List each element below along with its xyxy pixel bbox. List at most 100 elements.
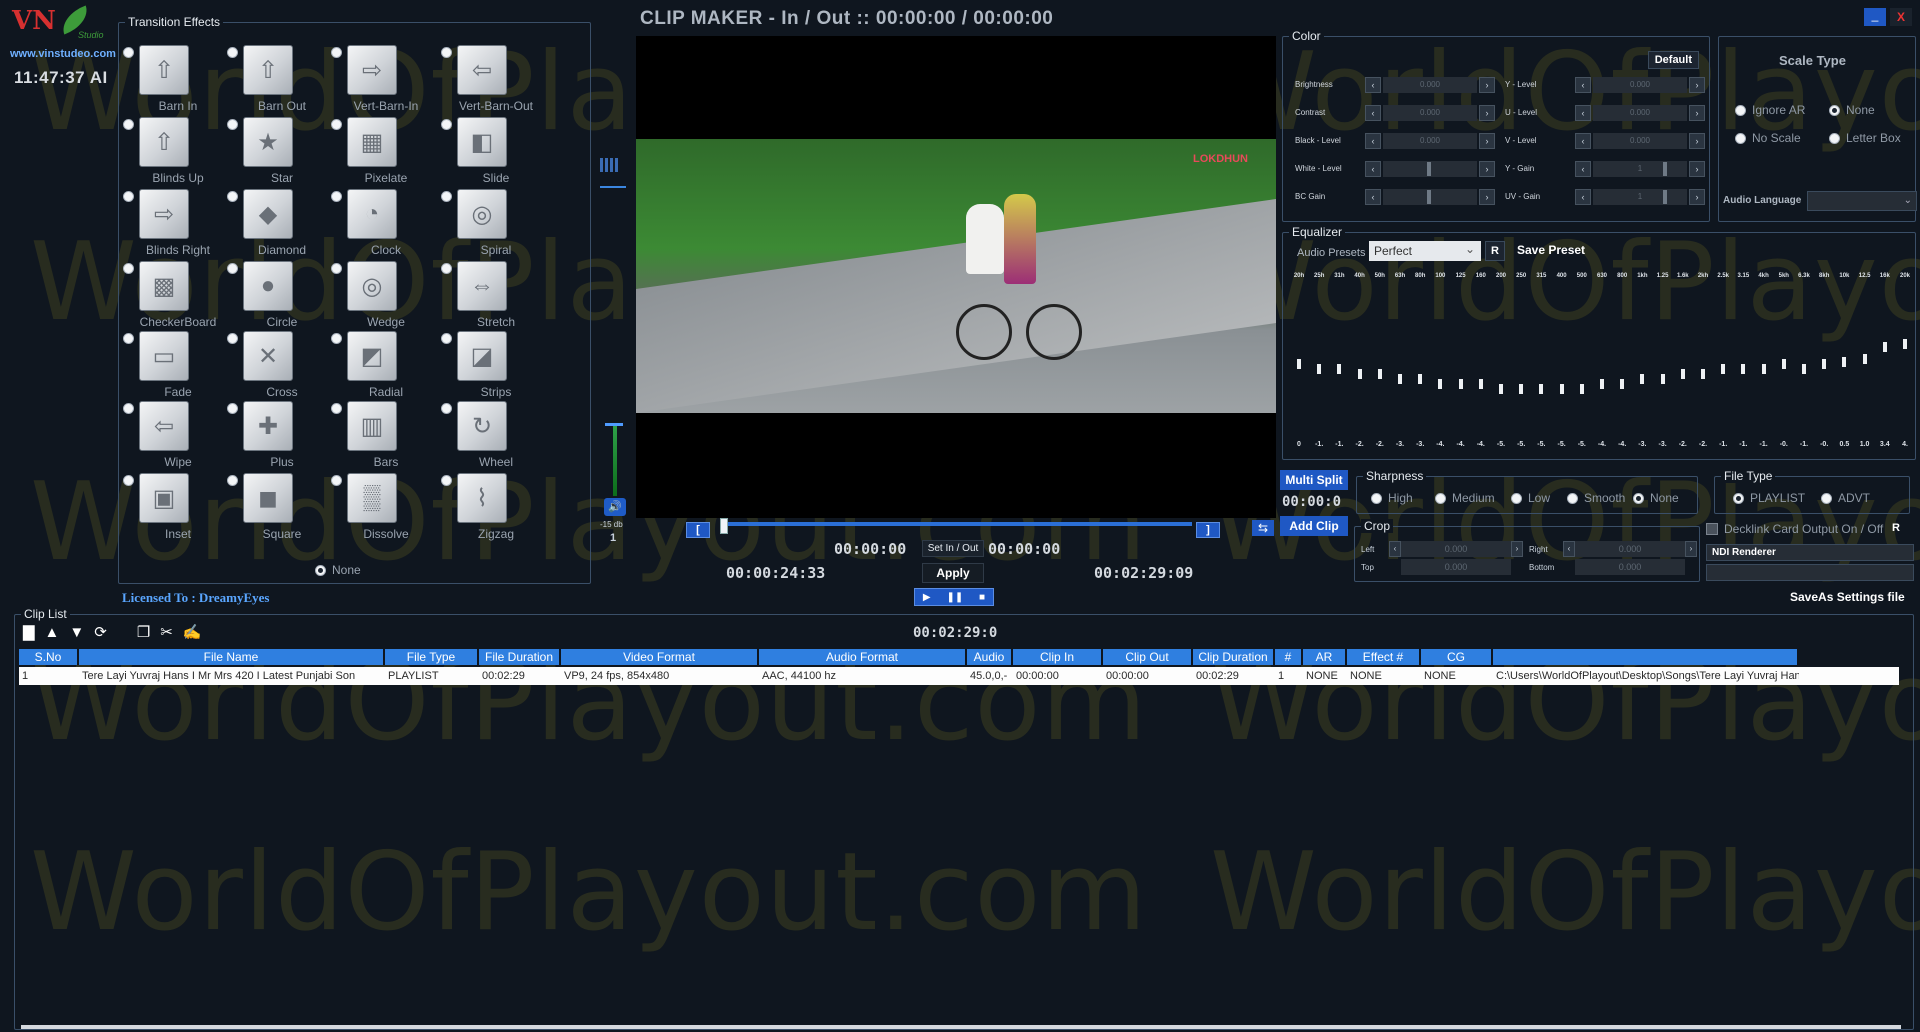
color-value[interactable]: 1 bbox=[1593, 189, 1687, 205]
crop-right-decrement[interactable]: ‹ bbox=[1563, 541, 1575, 557]
effect-diamond[interactable]: ◆ Diamond bbox=[227, 189, 337, 261]
color-slider-knob[interactable] bbox=[1427, 190, 1431, 204]
radio-no-scale[interactable] bbox=[1735, 132, 1746, 144]
effect-thumbnail[interactable]: ⇨ bbox=[347, 45, 397, 95]
color-value[interactable]: 0.000 bbox=[1383, 77, 1477, 93]
crop-bottom-field[interactable]: 0.000 bbox=[1575, 559, 1685, 575]
effect-thumbnail[interactable]: ◎ bbox=[457, 189, 507, 239]
effect-radio[interactable] bbox=[331, 333, 342, 344]
eq-slider-knob[interactable] bbox=[1539, 384, 1544, 394]
eq-slider-knob[interactable] bbox=[1297, 359, 1301, 369]
eq-slider-knob[interactable] bbox=[1478, 379, 1483, 389]
chevron-right-icon[interactable]: › bbox=[1479, 105, 1495, 121]
table-row[interactable]: 1 Tere Layi Yuvraj Hans I Mr Mrs 420 I La… bbox=[19, 667, 1899, 685]
eq-slider-knob[interactable] bbox=[1357, 369, 1362, 379]
column-header[interactable]: Clip In bbox=[1013, 649, 1103, 665]
effect-radio[interactable] bbox=[441, 47, 452, 58]
effect-radio[interactable] bbox=[441, 191, 452, 202]
effect-fade[interactable]: ▭ Fade bbox=[123, 331, 233, 403]
scale-option-none[interactable]: None bbox=[1829, 103, 1875, 117]
column-header[interactable]: CG bbox=[1421, 649, 1493, 665]
crop-right-increment[interactable]: › bbox=[1685, 541, 1697, 557]
sharpness-radio[interactable] bbox=[1567, 492, 1578, 504]
eq-slider-knob[interactable] bbox=[1458, 379, 1463, 389]
effect-thumbnail[interactable]: ★ bbox=[243, 117, 293, 167]
effect-thumbnail[interactable]: ⇧ bbox=[139, 45, 189, 95]
chevron-left-icon[interactable]: ‹ bbox=[1365, 133, 1381, 149]
column-header[interactable]: # bbox=[1275, 649, 1303, 665]
stop-icon[interactable]: ■ bbox=[979, 592, 985, 603]
effect-radio[interactable] bbox=[123, 263, 134, 274]
eq-reset-button[interactable]: R bbox=[1485, 241, 1505, 261]
effect-wedge[interactable]: ◎ Wedge bbox=[331, 261, 441, 333]
color-slider-knob[interactable] bbox=[1663, 190, 1667, 204]
effect-vert-barn-in[interactable]: ⇨ Vert-Barn-In bbox=[331, 45, 441, 117]
scale-option-letter-box[interactable]: Letter Box bbox=[1829, 131, 1901, 145]
color-value[interactable]: 0.000 bbox=[1593, 77, 1687, 93]
loop-icon[interactable]: ⇆ bbox=[1252, 520, 1274, 536]
color-value[interactable]: 0.000 bbox=[1593, 133, 1687, 149]
effect-radio[interactable] bbox=[227, 191, 238, 202]
effect-radio[interactable] bbox=[331, 263, 342, 274]
eq-slider-knob[interactable] bbox=[1680, 369, 1685, 379]
default-button[interactable]: Default bbox=[1647, 51, 1699, 69]
effect-radio[interactable] bbox=[227, 475, 238, 486]
effect-radio[interactable] bbox=[441, 333, 452, 344]
add-clip-button[interactable]: Add Clip bbox=[1280, 516, 1348, 536]
effect-thumbnail[interactable]: ⇨ bbox=[139, 189, 189, 239]
close-button[interactable]: X bbox=[1890, 8, 1912, 26]
effect-thumbnail[interactable]: ⇔ bbox=[457, 261, 507, 311]
radio-ignore-ar[interactable] bbox=[1735, 104, 1746, 116]
column-header[interactable]: Effect # bbox=[1347, 649, 1421, 665]
file-type-playlist[interactable]: PLAYLIST bbox=[1733, 491, 1805, 505]
effect-circle[interactable]: ● Circle bbox=[227, 261, 337, 333]
eq-slider-knob[interactable] bbox=[1519, 384, 1524, 394]
scale-option-ignore-ar[interactable]: Ignore AR bbox=[1735, 103, 1805, 117]
effect-thumbnail[interactable]: ◼ bbox=[243, 473, 293, 523]
eq-slider-knob[interactable] bbox=[1741, 364, 1746, 374]
effect-wheel[interactable]: ↻ Wheel bbox=[441, 401, 551, 473]
refresh-icon[interactable]: ⟳ bbox=[94, 623, 107, 641]
seek-knob[interactable] bbox=[720, 518, 728, 534]
chevron-right-icon[interactable]: › bbox=[1689, 161, 1705, 177]
sharpness-option-none[interactable]: None bbox=[1633, 491, 1679, 505]
eq-slider-knob[interactable] bbox=[1802, 364, 1806, 374]
effect-thumbnail[interactable]: ▒ bbox=[347, 473, 397, 523]
effect-thumbnail[interactable]: ⇧ bbox=[139, 117, 189, 167]
effect-radio[interactable] bbox=[331, 403, 342, 414]
audio-preset-select[interactable]: Perfect bbox=[1369, 239, 1481, 261]
scale-option-no-scale[interactable]: No Scale bbox=[1735, 131, 1801, 145]
pause-icon[interactable]: ❚❚ bbox=[946, 592, 963, 603]
eq-slider-knob[interactable] bbox=[1337, 364, 1342, 374]
column-header[interactable]: Clip Out bbox=[1103, 649, 1193, 665]
effect-spiral[interactable]: ◎ Spiral bbox=[441, 189, 551, 261]
effect-plus[interactable]: ✚ Plus bbox=[227, 401, 337, 473]
eq-slider-knob[interactable] bbox=[1862, 354, 1867, 364]
folder-icon[interactable]: ▇ bbox=[23, 623, 35, 641]
color-value[interactable]: 0.000 bbox=[1383, 133, 1477, 149]
chevron-right-icon[interactable]: › bbox=[1689, 77, 1705, 93]
effect-square[interactable]: ◼ Square bbox=[227, 473, 337, 545]
effect-wipe[interactable]: ⇦ Wipe bbox=[123, 401, 233, 473]
effect-slide[interactable]: ◧ Slide bbox=[441, 117, 551, 189]
eq-slider-knob[interactable] bbox=[1438, 379, 1443, 389]
effect-radio[interactable] bbox=[227, 263, 238, 274]
effect-vert-barn-out[interactable]: ⇦ Vert-Barn-Out bbox=[441, 45, 551, 117]
volume-slider-knob[interactable] bbox=[605, 423, 623, 426]
volume-slider[interactable] bbox=[613, 424, 617, 496]
effect-thumbnail[interactable]: ◆ bbox=[243, 189, 293, 239]
effect-thumbnail[interactable]: ◔ bbox=[347, 189, 397, 239]
column-header[interactable]: File Duration bbox=[479, 649, 561, 665]
eq-slider-knob[interactable] bbox=[1418, 374, 1423, 384]
play-icon[interactable]: ▶ bbox=[923, 592, 931, 603]
apply-button[interactable]: Apply bbox=[922, 563, 984, 583]
eq-slider-knob[interactable] bbox=[1882, 342, 1887, 352]
effect-thumbnail[interactable]: ▥ bbox=[347, 401, 397, 451]
column-header[interactable]: File Name bbox=[79, 649, 385, 665]
eq-slider-knob[interactable] bbox=[1559, 384, 1564, 394]
chevron-right-icon[interactable]: › bbox=[1689, 105, 1705, 121]
column-header[interactable]: S.No bbox=[19, 649, 79, 665]
eq-slider-knob[interactable] bbox=[1579, 384, 1584, 394]
effect-barn-in[interactable]: ⇧ Barn In bbox=[123, 45, 233, 117]
effect-stretch[interactable]: ⇔ Stretch bbox=[441, 261, 551, 333]
